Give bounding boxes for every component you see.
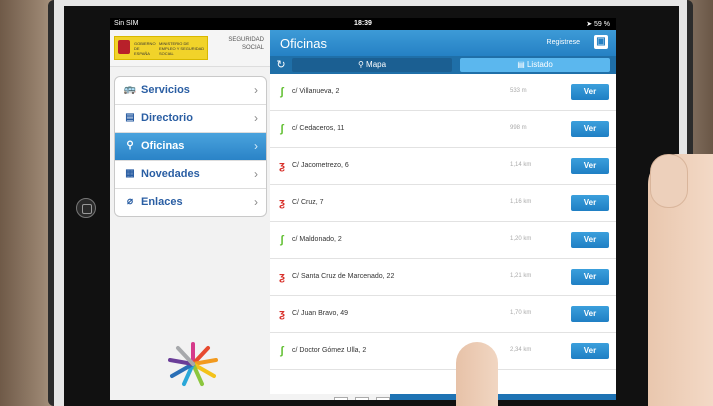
battery-percent: 59 % <box>594 21 610 28</box>
list-item[interactable]: ƺ C/ Santa Cruz de Marcenado, 22 1,21 km Ve… <box>270 259 616 296</box>
app-screen: Sin SIM 18:39 ➤ 59 % GOBIERNO DE ESPAÑA … <box>110 18 616 400</box>
office-address: c/ Doctor Gómez Ulla, 2 <box>292 347 367 354</box>
battery-text: ➤ 59 % <box>586 20 610 28</box>
ministerio-text: MINISTERIO DE EMPLEO Y SEGURIDAD SOCIAL <box>159 41 205 56</box>
office-red-icon: ƺ <box>279 308 285 320</box>
nav-bar: Oficinas Registrese ▣ <box>270 30 616 56</box>
gobierno-logo: GOBIERNO DE ESPAÑA MINISTERIO DE EMPLEO … <box>114 36 208 60</box>
ver-button[interactable]: Ver <box>571 195 609 211</box>
office-address: C/ Juan Bravo, 49 <box>292 310 349 317</box>
office-address: c/ Cedaceros, 11 <box>292 125 345 132</box>
office-distance: 1,16 km <box>510 199 532 205</box>
list-item[interactable]: ʃ c/ Cedaceros, 11 998 m Ver <box>270 111 616 148</box>
list-item[interactable]: ƺ C/ Juan Bravo, 49 1,70 km Ver <box>270 296 616 333</box>
bus-icon: 🚌 <box>123 84 137 95</box>
office-address: C/ Cruz, 7 <box>292 199 324 206</box>
office-green-icon: ʃ <box>280 86 284 98</box>
ver-button[interactable]: Ver <box>571 158 609 174</box>
sidebar-item-label: Servicios <box>141 84 190 96</box>
office-green-icon: ʃ <box>280 123 284 135</box>
bottom-bar-left <box>270 394 390 400</box>
list-item[interactable]: ƺ C/ Cruz, 7 1,16 km Ver <box>270 185 616 222</box>
coat-of-arms-icon <box>118 40 130 54</box>
right-thumb <box>650 154 688 208</box>
right-panel: Oficinas Registrese ▣ ↻ ⚲ Mapa ▤ Listado… <box>270 30 616 400</box>
office-address: C/ Santa Cruz de Marcenado, 22 <box>292 273 395 280</box>
tab-listado[interactable]: ▤ Listado <box>460 58 610 72</box>
office-green-icon: ʃ <box>280 234 284 246</box>
status-time: 18:39 <box>354 20 372 27</box>
sidebar-item-oficinas[interactable]: ⚲ Oficinas › <box>115 133 266 161</box>
page-title: Oficinas <box>280 36 327 51</box>
office-distance: 1,21 km <box>510 273 532 279</box>
ver-button[interactable]: Ver <box>571 343 609 359</box>
ver-button[interactable]: Ver <box>571 306 609 322</box>
office-address: c/ Maldonado, 2 <box>292 236 342 243</box>
chevron-right-icon: › <box>254 167 258 181</box>
filter-hands-icon[interactable]: ∽ <box>355 397 369 400</box>
sidebar-item-enlaces[interactable]: ⌀ Enlaces › <box>115 189 266 216</box>
office-red-icon: ƺ <box>279 160 285 172</box>
ss-line2: SOCIAL <box>241 45 264 51</box>
location-arrow-icon: ➤ <box>586 21 593 28</box>
offices-list: ʃ c/ Villanueva, 2 533 m Ver ʃ c/ Cedaceros, … <box>270 74 616 374</box>
ver-button[interactable]: Ver <box>571 84 609 100</box>
office-distance: 2,34 km <box>510 347 532 353</box>
list-item[interactable]: ʃ c/ Villanueva, 2 533 m Ver <box>270 74 616 111</box>
chevron-right-icon: › <box>254 83 258 97</box>
news-icon: ▦ <box>125 168 135 179</box>
list-item[interactable]: ƺ C/ Jacometrezo, 6 1,14 km Ver <box>270 148 616 185</box>
seguridad-social-text: SEGURIDAD SOCIAL <box>228 36 264 52</box>
chevron-right-icon: › <box>254 111 258 125</box>
sidebar-item-servicios[interactable]: 🚌 Servicios › <box>115 77 266 105</box>
office-green-icon: ʃ <box>280 345 284 357</box>
gobierno-text: GOBIERNO DE ESPAÑA <box>134 41 156 56</box>
office-distance: 998 m <box>510 125 527 131</box>
office-distance: 533 m <box>510 88 527 94</box>
ss-line1: SEGURIDAD <box>228 37 264 43</box>
book-icon: ▤ <box>125 112 135 123</box>
refresh-icon[interactable]: ↻ <box>274 58 288 72</box>
register-link[interactable]: Registrese <box>547 39 580 46</box>
tab-mapa[interactable]: ⚲ Mapa <box>292 58 452 72</box>
office-address: C/ Jacometrezo, 6 <box>292 162 349 169</box>
filter-green-icon[interactable]: ʃ <box>334 397 348 400</box>
pointing-finger <box>456 342 498 406</box>
segmented-control: ↻ ⚲ Mapa ▤ Listado <box>270 56 616 74</box>
location-pin-icon: ⚲ <box>126 140 134 151</box>
left-panel: GOBIERNO DE ESPAÑA MINISTERIO DE EMPLEO … <box>110 30 271 400</box>
office-distance: 1,70 km <box>510 310 532 316</box>
seguridad-social-logo-icon <box>168 342 218 386</box>
ver-button[interactable]: Ver <box>571 121 609 137</box>
ver-button[interactable]: Ver <box>571 232 609 248</box>
side-menu: 🚌 Servicios › ▤ Directorio › ⚲ Oficinas › ▦ Noveda… <box>114 76 267 217</box>
list-item[interactable]: ʃ c/ Maldonado, 2 1,20 km Ver <box>270 222 616 259</box>
chevron-right-icon: › <box>254 195 258 209</box>
user-icon[interactable]: ▣ <box>594 35 608 49</box>
office-distance: 1,14 km <box>510 162 532 168</box>
sidebar-item-label: Directorio <box>141 112 193 124</box>
logo-bar: GOBIERNO DE ESPAÑA MINISTERIO DE EMPLEO … <box>110 30 270 67</box>
list-item[interactable]: ʃ c/ Doctor Gómez Ulla, 2 2,34 km Ver <box>270 333 616 370</box>
sidebar-item-directorio[interactable]: ▤ Directorio › <box>115 105 266 133</box>
ver-button[interactable]: Ver <box>571 269 609 285</box>
office-red-icon: ƺ <box>279 271 285 283</box>
office-address: c/ Villanueva, 2 <box>292 88 340 95</box>
sidebar-item-label: Oficinas <box>141 140 185 152</box>
status-bar: Sin SIM 18:39 ➤ 59 % <box>110 18 616 30</box>
chevron-right-icon: › <box>254 139 258 153</box>
home-button[interactable] <box>76 198 96 218</box>
office-distance: 1,20 km <box>510 236 532 242</box>
sidebar-item-label: Novedades <box>141 168 200 180</box>
paperclip-icon: ⌀ <box>126 196 134 207</box>
office-red-icon: ƺ <box>279 197 285 209</box>
filter-red-icon[interactable]: ƺ <box>376 397 390 400</box>
sidebar-item-label: Enlaces <box>141 196 183 208</box>
sidebar-item-novedades[interactable]: ▦ Novedades › <box>115 161 266 189</box>
